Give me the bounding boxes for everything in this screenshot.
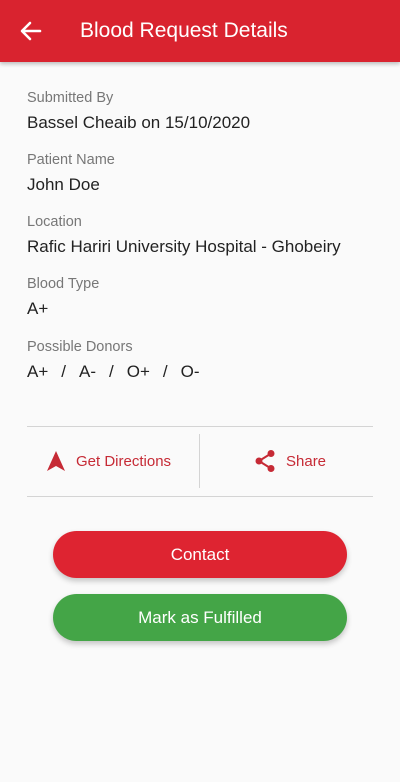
donor-separator: /: [109, 362, 114, 381]
divider-top: [27, 426, 373, 427]
patient-name-value: John Doe: [27, 175, 100, 194]
possible-donors-label: Possible Donors: [27, 339, 133, 355]
back-button[interactable]: [14, 15, 48, 47]
arrow-left-icon: [20, 21, 42, 41]
mark-fulfilled-button[interactable]: Mark as Fulfilled: [53, 594, 347, 641]
get-directions-button[interactable]: Get Directions: [46, 434, 171, 488]
share-button[interactable]: Share: [254, 434, 326, 488]
donor-separator: /: [162, 362, 168, 381]
submitted-by-value: Bassel Cheaib on 15/10/2020: [27, 113, 251, 132]
possible-donors-list: A+ / A- / O+ / O-: [27, 361, 200, 383]
donor-type: A-: [79, 362, 97, 381]
share-icon: [255, 450, 275, 472]
divider-bottom: [27, 496, 373, 497]
get-directions-label: Get Directions: [76, 452, 172, 470]
navigation-icon: [47, 451, 65, 471]
blood-type-label: Blood Type: [27, 276, 100, 292]
share-label: Share: [286, 452, 327, 470]
contact-button[interactable]: Contact: [53, 531, 347, 578]
app-bar: Blood Request Details: [0, 0, 400, 62]
donor-type: O+: [126, 362, 150, 381]
submitted-by-label: Submitted By: [27, 90, 114, 106]
location-value: Rafic Hariri University Hospital - Ghobe…: [27, 237, 341, 256]
location-label: Location: [27, 214, 82, 230]
patient-name-label: Patient Name: [27, 152, 115, 168]
page-title: Blood Request Details: [80, 19, 288, 42]
blood-type-value: A+: [27, 299, 49, 318]
donor-type: A+: [27, 362, 49, 381]
divider-vertical: [199, 434, 200, 488]
donor-separator: /: [61, 362, 67, 381]
donor-type: O-: [180, 362, 200, 381]
